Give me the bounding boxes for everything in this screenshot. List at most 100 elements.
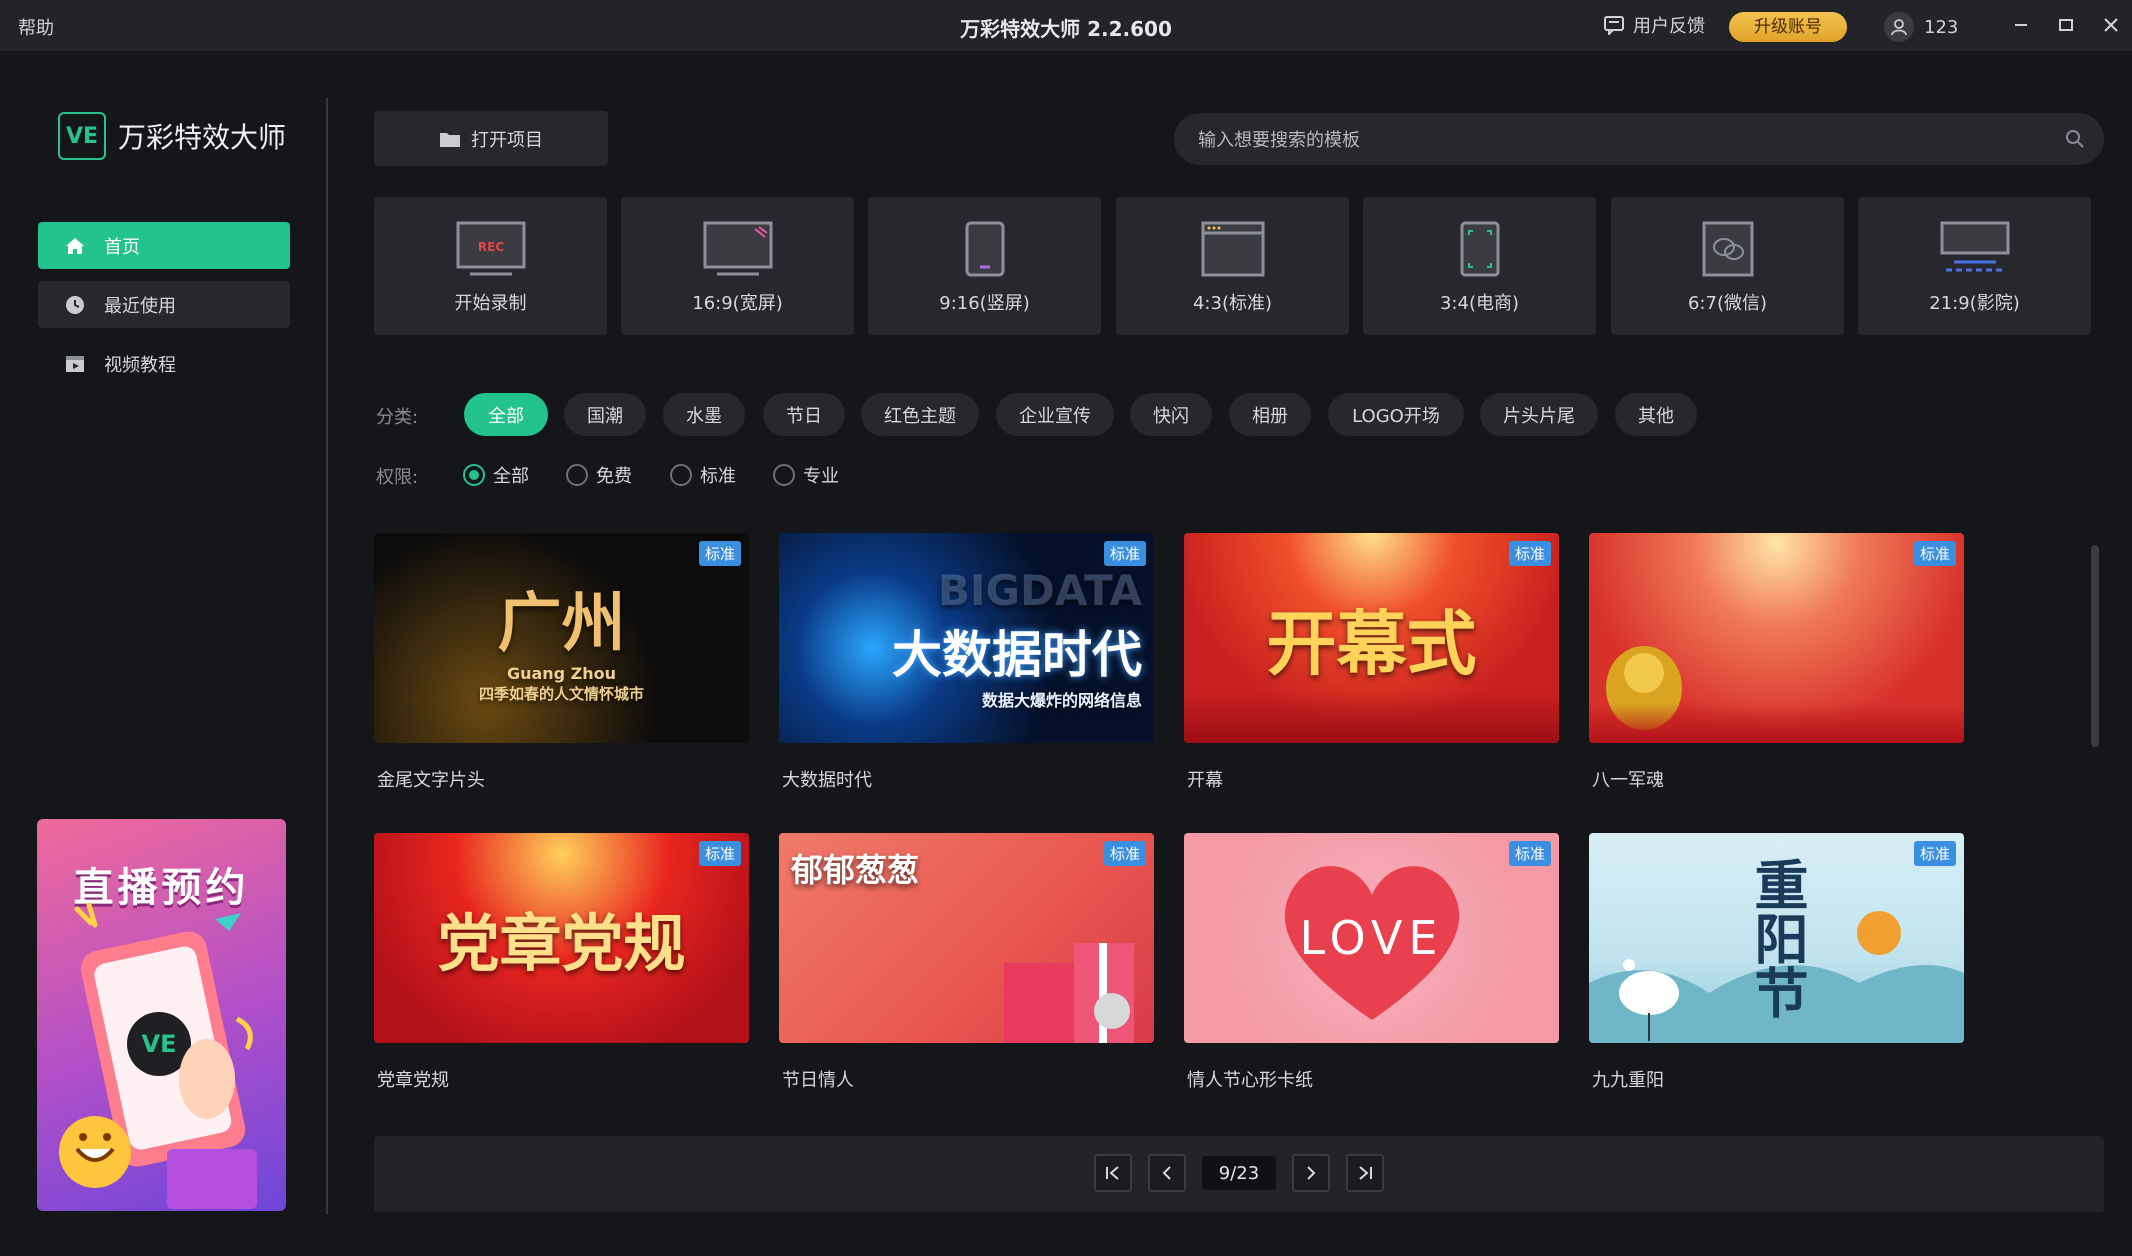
- page-indicator[interactable]: 9/23: [1202, 1156, 1276, 1190]
- ecommerce-icon: [1460, 221, 1499, 277]
- category-red-theme[interactable]: 红色主题: [861, 393, 979, 436]
- template-thumbnail: LOVE: [1299, 911, 1444, 965]
- template-card[interactable]: BIGDATA 大数据时代 数据大爆炸的网络信息 标准: [779, 533, 1154, 743]
- tile-label: 开始录制: [454, 293, 527, 314]
- permission-free[interactable]: 免费: [566, 462, 632, 488]
- logo-text: 万彩特效大师: [118, 121, 287, 154]
- minimize-icon[interactable]: [2006, 10, 2036, 40]
- last-page-button[interactable]: [1346, 1154, 1384, 1192]
- tile-label: 4:3(标准): [1192, 293, 1272, 314]
- previous-page-button[interactable]: [1148, 1154, 1186, 1192]
- tile-21-9[interactable]: 21:9(影院): [1858, 197, 2091, 335]
- permission-all[interactable]: 全部: [463, 462, 529, 488]
- portrait-icon: [965, 221, 1004, 277]
- user-account[interactable]: 123: [1884, 12, 1958, 42]
- tile-16-9[interactable]: 16:9(宽屏): [621, 197, 854, 335]
- sidebar-divider: [326, 98, 328, 1214]
- phone-illustration: [59, 902, 257, 1209]
- tile-label: 6:7(微信): [1687, 293, 1767, 314]
- maximize-icon[interactable]: [2051, 10, 2081, 40]
- open-project-button[interactable]: 打开项目: [374, 111, 608, 166]
- radio-icon: [566, 464, 588, 486]
- gift-box-icon: [1004, 943, 1134, 1043]
- rec-icon: REC: [456, 221, 525, 276]
- category-holiday[interactable]: 节日: [763, 393, 845, 436]
- sidebar-item-home[interactable]: 首页: [38, 222, 290, 269]
- user-icon: [1884, 12, 1914, 42]
- sidebar-item-label: 视频教程: [104, 354, 176, 376]
- tile-4-3[interactable]: 4:3(标准): [1116, 197, 1349, 335]
- sidebar-item-label: 首页: [104, 236, 140, 258]
- first-page-button[interactable]: [1094, 1154, 1132, 1192]
- template-card[interactable]: 重阳节 标准: [1589, 833, 1964, 1043]
- category-other[interactable]: 其他: [1615, 393, 1697, 436]
- chevron-right-icon: [1307, 1166, 1316, 1180]
- template-card[interactable]: 开幕式 标准: [1184, 533, 1559, 743]
- template-name: 金尾文字片头: [377, 770, 485, 791]
- open-project-label: 打开项目: [471, 129, 543, 151]
- radio-label: 标准: [700, 466, 736, 487]
- template-name: 节日情人: [782, 1070, 854, 1091]
- tile-start-recording[interactable]: REC 开始录制: [374, 197, 607, 335]
- radio-icon: [670, 464, 692, 486]
- feedback-icon: [1604, 16, 1624, 35]
- radio-label: 免费: [596, 466, 632, 487]
- clock-icon: [66, 295, 84, 314]
- search-input[interactable]: 输入想要搜索的模板: [1174, 113, 2104, 165]
- permission-label: 权限:: [376, 467, 419, 488]
- ribbon-decoration: [1184, 693, 1559, 743]
- folder-icon: [440, 132, 460, 147]
- template-card[interactable]: 广州 Guang Zhou 四季如春的人文情怀城市 标准: [374, 533, 749, 743]
- livestream-promo-banner[interactable]: 直播预约 VE: [37, 819, 286, 1211]
- close-icon[interactable]: [2096, 10, 2126, 40]
- template-card[interactable]: 标准: [1589, 533, 1964, 743]
- template-thumbnail: BIGDATA 大数据时代 数据大爆炸的网络信息: [892, 565, 1142, 710]
- tile-label: 16:9(宽屏): [692, 293, 783, 314]
- radio-label: 专业: [803, 466, 839, 487]
- template-card[interactable]: 党章党规 标准: [374, 833, 749, 1043]
- upgrade-button[interactable]: 升级账号: [1729, 12, 1847, 42]
- video-icon: [66, 355, 84, 372]
- category-album[interactable]: 相册: [1229, 393, 1311, 436]
- category-logo-intro[interactable]: LOGO开场: [1328, 393, 1464, 436]
- wechat-icon: [1702, 221, 1753, 277]
- template-name: 情人节心形卡纸: [1187, 1070, 1313, 1091]
- tile-9-16[interactable]: 9:16(竖屏): [868, 197, 1101, 335]
- category-ink[interactable]: 水墨: [663, 393, 745, 436]
- category-flash[interactable]: 快闪: [1130, 393, 1212, 436]
- search-placeholder: 输入想要搜索的模板: [1198, 130, 1360, 151]
- category-all[interactable]: 全部: [464, 393, 548, 436]
- category-intro-outro[interactable]: 片头片尾: [1480, 393, 1598, 436]
- feedback-label: 用户反馈: [1633, 16, 1705, 37]
- next-page-button[interactable]: [1292, 1154, 1330, 1192]
- first-page-icon: [1106, 1166, 1119, 1180]
- template-card[interactable]: LOVE 标准: [1184, 833, 1559, 1043]
- template-name: 党章党规: [377, 1070, 449, 1091]
- tile-6-7[interactable]: 6:7(微信): [1611, 197, 1844, 335]
- template-name: 大数据时代: [782, 770, 872, 791]
- sidebar-item-label: 最近使用: [104, 295, 176, 317]
- tier-badge: 标准: [698, 841, 741, 866]
- promo-logo: VE: [141, 1030, 177, 1058]
- scrollbar-thumb[interactable]: [2091, 545, 2099, 747]
- tile-3-4[interactable]: 3:4(电商): [1363, 197, 1596, 335]
- home-icon: [66, 237, 84, 254]
- ribbon-decoration: [1589, 703, 1964, 743]
- template-card[interactable]: 郁郁葱葱 标准: [779, 833, 1154, 1043]
- category-corporate[interactable]: 企业宣传: [996, 393, 1114, 436]
- feedback-button[interactable]: 用户反馈: [1603, 12, 1705, 38]
- search-icon[interactable]: [2064, 128, 2086, 150]
- sidebar-item-recent[interactable]: 最近使用: [38, 281, 290, 328]
- tile-label: 9:16(竖屏): [939, 293, 1030, 314]
- sidebar-item-tutorials[interactable]: 视频教程: [38, 340, 290, 387]
- template-name: 八一军魂: [1592, 770, 1664, 791]
- rec-text: REC: [477, 240, 503, 254]
- tier-badge: 标准: [1508, 541, 1551, 566]
- permission-standard[interactable]: 标准: [670, 462, 736, 488]
- tier-badge: 标准: [698, 541, 741, 566]
- tier-badge: 标准: [1103, 541, 1146, 566]
- permission-pro[interactable]: 专业: [773, 462, 839, 488]
- logo-badge: VE: [58, 112, 106, 160]
- category-guochao[interactable]: 国潮: [564, 393, 646, 436]
- cinema-icon: [1940, 221, 2009, 272]
